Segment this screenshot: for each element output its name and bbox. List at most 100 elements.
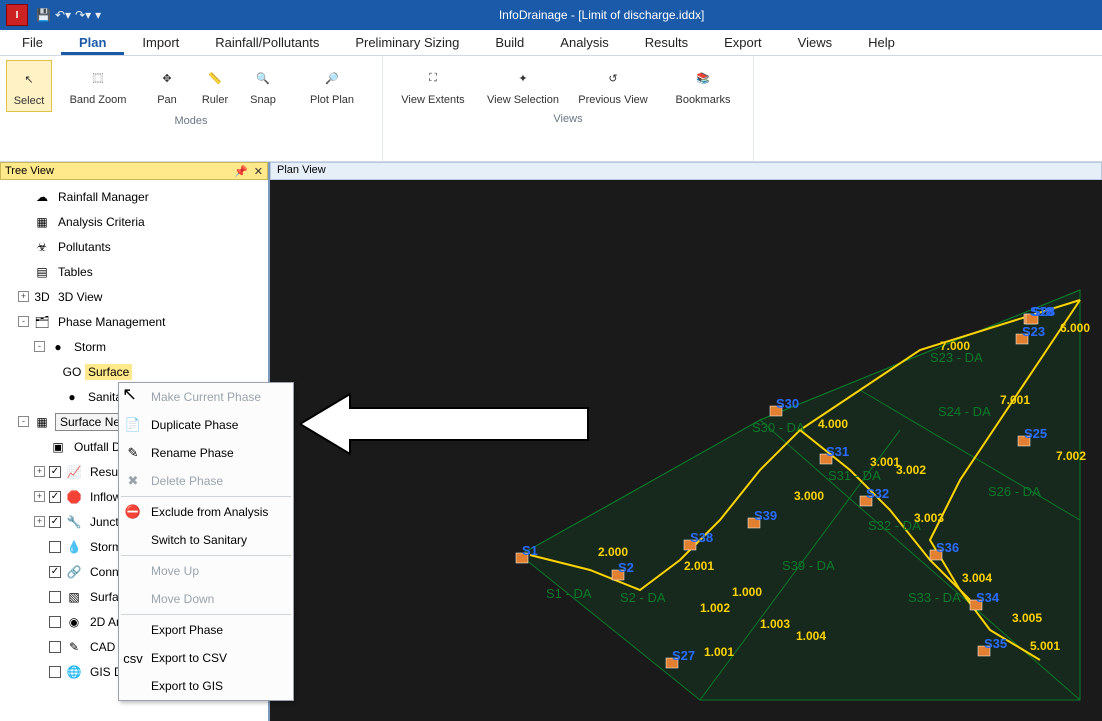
svg-text:1.003: 1.003 [760, 617, 790, 631]
tree-item-tables[interactable]: ▤Tables [0, 259, 268, 284]
ctx-switch[interactable]: Switch to Sanitary [119, 526, 293, 554]
select-button[interactable]: ↖Select [6, 60, 52, 112]
svg-text:7.001: 7.001 [1000, 393, 1030, 407]
menu-export[interactable]: Export [706, 31, 780, 55]
ctx-exportphase[interactable]: Export Phase [119, 616, 293, 644]
plan-view-header: Plan View [270, 162, 1102, 180]
inflows-icon: 🛑 [65, 489, 83, 505]
pin-icon[interactable]: 📌 [234, 165, 248, 178]
ctx-movedown: Move Down [119, 585, 293, 613]
stormw-icon: 💧 [65, 539, 83, 555]
ctx-exportcsv[interactable]: csvExport to CSV [119, 644, 293, 672]
expand-toggle[interactable]: - [18, 316, 29, 327]
snap-button[interactable]: 🔍 Snap [240, 60, 286, 112]
tree-item-storm[interactable]: -●Storm [0, 334, 268, 359]
checkbox[interactable] [49, 616, 61, 628]
viewselection-icon: ✦ [509, 64, 537, 92]
exportphase-icon [123, 620, 143, 640]
ruler-button[interactable]: 📏Ruler [192, 60, 238, 112]
tables-icon: ▤ [33, 264, 51, 280]
tree-item-rainfall[interactable]: ☁Rainfall Manager [0, 184, 268, 209]
menu-results[interactable]: Results [627, 31, 706, 55]
results-icon: 📈 [65, 464, 83, 480]
ribbon-label: View Selection [487, 94, 559, 106]
exportcsv-icon: csv [123, 648, 143, 668]
svg-text:S32: S32 [866, 486, 889, 501]
checkbox[interactable] [49, 591, 61, 603]
svg-text:S36: S36 [936, 540, 959, 555]
menu-views[interactable]: Views [780, 31, 850, 55]
close-icon[interactable]: ✕ [254, 165, 263, 178]
expand-toggle[interactable]: - [34, 341, 45, 352]
expand-toggle[interactable]: - [18, 416, 29, 427]
checkbox[interactable]: ✓ [49, 566, 61, 578]
checkbox[interactable]: ✓ [49, 466, 61, 478]
surfacedata-icon: ▧ [65, 589, 83, 605]
pan-button[interactable]: ✥ Pan [144, 60, 190, 112]
ctx-label: Duplicate Phase [151, 418, 238, 432]
ctx-label: Move Down [151, 592, 214, 606]
svg-text:2.000: 2.000 [598, 545, 628, 559]
exportgis-icon [123, 676, 143, 696]
outfall-icon: ▣ [49, 439, 67, 455]
phaseman-icon: 🗂 [33, 314, 51, 330]
bookmarks-button[interactable]: 📚Bookmarks [659, 60, 747, 110]
snap-icon: 🔍 [249, 64, 277, 92]
switch-icon [123, 530, 143, 550]
menu-import[interactable]: Import [124, 31, 197, 55]
ctx-exportgis[interactable]: Export to GIS [119, 672, 293, 700]
svg-text:1.002: 1.002 [700, 601, 730, 615]
menu-rainfallpollutants[interactable]: Rainfall/Pollutants [197, 31, 337, 55]
svg-text:S34: S34 [976, 590, 1000, 605]
checkbox[interactable] [49, 641, 61, 653]
menu-build[interactable]: Build [477, 31, 542, 55]
svg-text:S2: S2 [618, 560, 634, 575]
menu-preliminarysizing[interactable]: Preliminary Sizing [337, 31, 477, 55]
checkbox[interactable]: ✓ [49, 516, 61, 528]
ctx-duplicate[interactable]: 📄Duplicate Phase [119, 411, 293, 439]
menu-file[interactable]: File [4, 31, 61, 55]
expand-toggle[interactable]: + [34, 491, 45, 502]
undo-icon[interactable]: ↶▾ [55, 8, 71, 22]
svg-text:S35: S35 [984, 636, 1007, 651]
pan-icon: ✥ [153, 64, 181, 92]
gisdata-icon: 🌐 [65, 664, 83, 680]
qat-customize-icon[interactable]: ▾ [95, 8, 101, 22]
ctx-exclude[interactable]: ⛔Exclude from Analysis [119, 498, 293, 526]
viewselection-button[interactable]: ✦ View Selection [479, 60, 567, 110]
checkbox[interactable] [49, 666, 61, 678]
ctx-rename[interactable]: ✎Rename Phase [119, 439, 293, 467]
checkbox[interactable] [49, 541, 61, 553]
expand-toggle[interactable]: + [34, 466, 45, 477]
tree-item-3dview[interactable]: +3D3D View [0, 284, 268, 309]
svg-text:S2 - DA: S2 - DA [620, 590, 666, 605]
checkbox[interactable]: ✓ [49, 491, 61, 503]
save-icon[interactable]: 💾 [36, 8, 51, 22]
bandzoom-button[interactable]: ⿴Band Zoom [54, 60, 142, 112]
previousview-button[interactable]: ↺Previous View [569, 60, 657, 110]
svg-text:1.004: 1.004 [796, 629, 826, 643]
redo-icon[interactable]: ↷▾ [75, 8, 91, 22]
menu-plan[interactable]: Plan [61, 31, 124, 55]
svg-text:S1 - DA: S1 - DA [546, 586, 592, 601]
plotplan-button[interactable]: 🔎Plot Plan [288, 60, 376, 112]
ribbon-label: Previous View [578, 94, 648, 106]
expand-toggle[interactable]: + [18, 291, 29, 302]
tree-item-criteria[interactable]: ▦Analysis Criteria [0, 209, 268, 234]
menu-help[interactable]: Help [850, 31, 913, 55]
ribbon-label: Pan [157, 94, 177, 106]
viewextents-icon: ⛶ [419, 64, 447, 92]
svg-text:S28: S28 [1032, 304, 1055, 319]
title-bar: I 💾 ↶▾ ↷▾ ▾ InfoDrainage - [Limit of dis… [0, 0, 1102, 30]
menu-analysis[interactable]: Analysis [542, 31, 626, 55]
svg-text:7.002: 7.002 [1056, 449, 1086, 463]
tree-item-pollutants[interactable]: ☣Pollutants [0, 234, 268, 259]
svg-text:3.000: 3.000 [794, 489, 824, 503]
viewextents-button[interactable]: ⛶View Extents [389, 60, 477, 110]
ribbon-label: Snap [250, 94, 276, 106]
expand-toggle[interactable]: + [34, 516, 45, 527]
svg-text:5.001: 5.001 [1030, 639, 1060, 653]
tree-item-phaseman[interactable]: -🗂Phase Management [0, 309, 268, 334]
tree-item-surface[interactable]: GOSurface [0, 359, 268, 384]
tree-label: Analysis Criteria [55, 214, 148, 230]
